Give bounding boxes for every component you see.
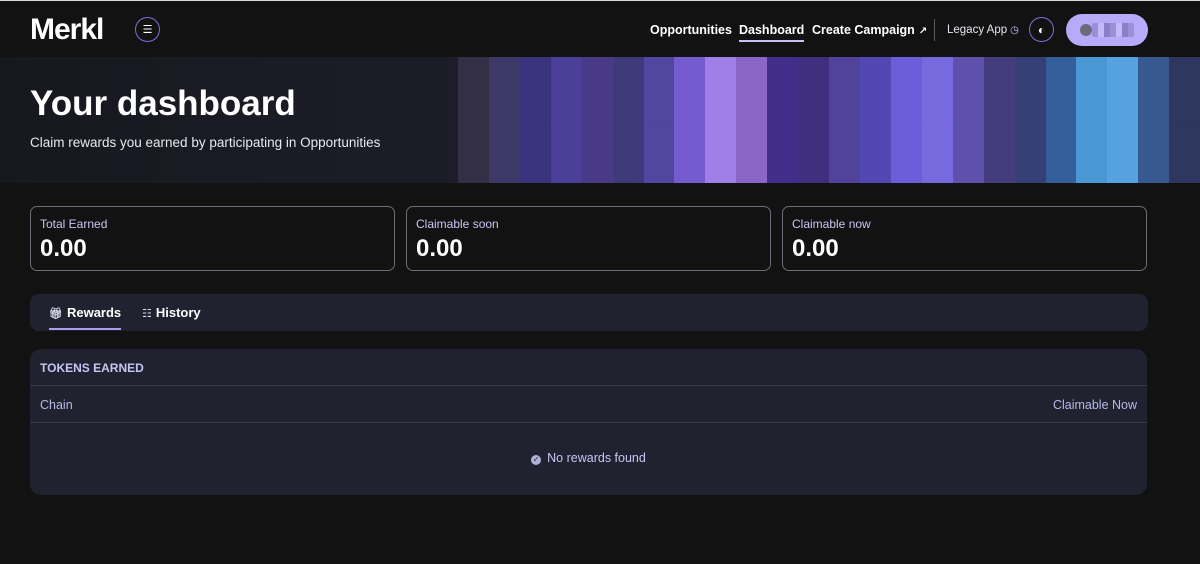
hero-stripe — [1107, 57, 1139, 183]
page-subtitle: Claim rewards you earned by participatin… — [30, 135, 381, 150]
nav-create-campaign[interactable]: Create Campaign ↗ — [812, 23, 927, 37]
table-header: TOKENS EARNED — [30, 349, 1147, 386]
external-link-icon: ↗ — [918, 26, 928, 37]
merkl-logo[interactable]: Merkl — [30, 13, 104, 47]
nav-legacy-app-label: Legacy App — [947, 24, 1008, 36]
stat-value: 0.00 — [40, 235, 87, 262]
nav-opportunities[interactable]: Opportunities — [650, 23, 732, 37]
tokens-earned-table: TOKENS EARNED Chain Claimable Now ✓ No re… — [30, 349, 1147, 495]
hero-stripe — [859, 57, 891, 183]
hero-gradient-banner — [458, 57, 1200, 183]
menu-icon: ☰ — [142, 24, 153, 36]
empty-state: ✓ No rewards found — [30, 451, 1147, 465]
tab-rewards-label: Rewards — [66, 305, 122, 320]
hero-stripe — [1045, 57, 1077, 183]
dashboard-tabs: 🎁︎ Rewards ☷ History — [30, 294, 1148, 331]
hero-stripe — [550, 57, 582, 183]
hero-stripe — [519, 57, 551, 183]
hero-stripe — [674, 57, 706, 183]
stat-label: Claimable now — [792, 217, 871, 231]
hero-stripe — [890, 57, 922, 183]
hero-stripe — [458, 57, 489, 183]
stat-label: Total Earned — [40, 217, 108, 231]
hero-stripe — [798, 57, 830, 183]
hero-stripe — [488, 57, 520, 183]
hero-stripe — [736, 57, 768, 183]
page-title: Your dashboard — [30, 84, 296, 123]
tab-history-label: History — [155, 305, 201, 320]
stat-card-claimable-now: Claimable now 0.00 — [782, 206, 1147, 271]
hero-stripe — [705, 57, 737, 183]
hero-stripe — [1014, 57, 1046, 183]
hero-stripe — [643, 57, 675, 183]
nav-divider — [934, 19, 935, 41]
column-header-claimable-now[interactable]: Claimable Now — [1053, 398, 1137, 412]
tab-rewards[interactable]: 🎁︎ Rewards — [49, 305, 122, 330]
nav-create-campaign-label: Create Campaign — [812, 23, 915, 37]
empty-state-message: No rewards found — [547, 451, 646, 465]
theme-toggle-icon: ◐ — [1037, 22, 1046, 37]
stat-label: Claimable soon — [416, 217, 499, 231]
hero-stripe — [921, 57, 953, 183]
stat-value: 0.00 — [792, 235, 839, 262]
hero-stripe — [581, 57, 613, 183]
wallet-button[interactable] — [1066, 14, 1148, 46]
hero-stripe — [952, 57, 984, 183]
table-column-headers: Chain Claimable Now — [30, 386, 1147, 423]
hero-stripe — [1076, 57, 1108, 183]
nav-dashboard[interactable]: Dashboard — [739, 23, 805, 42]
wallet-avatar — [1080, 24, 1092, 36]
nav-legacy-app[interactable]: Legacy App ◷ — [947, 24, 1019, 36]
gift-icon: 🎁︎ — [49, 308, 63, 320]
hero-stripe — [1169, 57, 1200, 183]
hero-stripe — [767, 57, 799, 183]
table-title: TOKENS EARNED — [40, 361, 144, 375]
wallet-address-redacted — [1092, 23, 1134, 37]
stat-card-total-earned: Total Earned 0.00 — [30, 206, 395, 271]
history-clock-icon: ◷ — [1010, 25, 1019, 36]
check-circle-icon: ✓ — [531, 455, 542, 465]
dashboard-hero: Your dashboard Claim rewards you earned … — [0, 57, 1200, 183]
menu-button[interactable]: ☰ — [135, 17, 160, 42]
hero-stripe — [1138, 57, 1170, 183]
hero-stripe — [612, 57, 644, 183]
top-navbar: Merkl ☰ Opportunities Dashboard Create C… — [0, 0, 1200, 57]
list-icon: ☷ — [142, 308, 152, 320]
column-header-chain[interactable]: Chain — [40, 398, 73, 412]
stat-card-claimable-soon: Claimable soon 0.00 — [406, 206, 771, 271]
hero-stripe — [983, 57, 1015, 183]
tab-history[interactable]: ☷ History — [142, 305, 201, 320]
hero-stripe — [829, 57, 860, 183]
stat-value: 0.00 — [416, 235, 463, 262]
theme-toggle-button[interactable]: ◐ — [1029, 17, 1054, 42]
